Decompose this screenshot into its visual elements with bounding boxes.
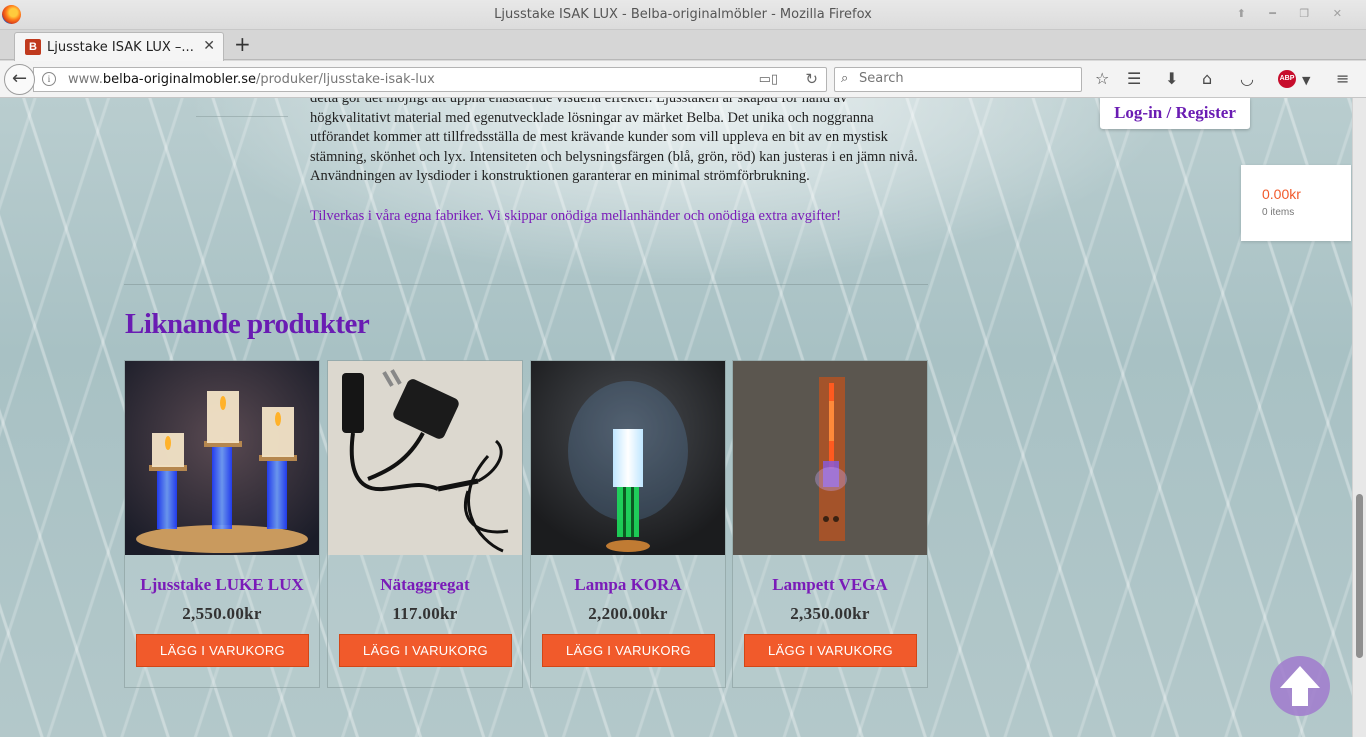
tagline: Tilverkas i våra egna fabriker. Vi skipp… bbox=[310, 207, 842, 224]
url-bar[interactable]: i www.belba-originalmobler.se/produker/l… bbox=[33, 67, 827, 92]
back-button[interactable]: ← bbox=[4, 64, 35, 95]
tab-bar: B Ljusstake ISAK LUX –... ✕ + bbox=[0, 30, 1366, 61]
description-partial-line: detta gör det möjligt att uppnå enaståen… bbox=[310, 98, 848, 106]
adblock-plus-icon[interactable]: ABP bbox=[1278, 70, 1296, 88]
add-to-cart-button[interactable]: LÄGG I VARUKORG bbox=[136, 634, 309, 667]
back-icon: ← bbox=[11, 68, 28, 89]
product-price: 2,200.00kr bbox=[588, 604, 668, 623]
product-image-candle-holder[interactable] bbox=[125, 361, 319, 555]
add-to-cart-button[interactable]: LÄGG I VARUKORG bbox=[339, 634, 512, 667]
search-bar[interactable]: ⌕ bbox=[834, 67, 1082, 92]
related-products-heading: Liknande produkter bbox=[125, 308, 370, 340]
product-description: detta gör det möjligt att uppnå enaståen… bbox=[310, 98, 930, 226]
product-price: 2,350.00kr bbox=[790, 604, 870, 623]
window-controls[interactable]: ⬆ ━ ❐ ✕ bbox=[1237, 7, 1352, 20]
product-image-wall-lamp[interactable] bbox=[733, 361, 927, 555]
add-to-cart-button[interactable]: LÄGG I VARUKORG bbox=[542, 634, 715, 667]
product-card: Ljusstake LUKE LUX 2,550.00kr LÄGG I VAR… bbox=[124, 360, 320, 688]
login-register-link[interactable]: Log-in / Register bbox=[1100, 98, 1250, 129]
url-domain: belba-originalmobler.se bbox=[102, 72, 256, 87]
pocket-icon[interactable]: ◡ bbox=[1240, 69, 1254, 89]
related-products-grid: Ljusstake LUKE LUX 2,550.00kr LÄGG I VAR… bbox=[124, 360, 930, 688]
search-input[interactable] bbox=[859, 71, 1069, 86]
page-scrollbar[interactable] bbox=[1352, 98, 1366, 737]
reload-icon[interactable]: ↻ bbox=[805, 70, 818, 88]
url-text[interactable]: www.belba-originalmobler.se/produker/lju… bbox=[68, 72, 435, 87]
tab-active[interactable]: B Ljusstake ISAK LUX –... ✕ bbox=[14, 32, 224, 61]
reader-view-icon[interactable]: ▭▯ bbox=[759, 72, 778, 87]
belba-favicon-icon: B bbox=[25, 39, 41, 55]
arrow-up-icon bbox=[1280, 666, 1320, 706]
tab-title: Ljusstake ISAK LUX –... bbox=[47, 40, 194, 55]
home-icon[interactable]: ⌂ bbox=[1202, 69, 1212, 89]
bookmark-star-icon[interactable]: ☆ bbox=[1095, 69, 1109, 89]
window-titlebar: Ljusstake ISAK LUX - Belba-originalmöble… bbox=[0, 0, 1366, 30]
product-name[interactable]: Nätaggregat bbox=[328, 575, 522, 595]
product-price: 117.00kr bbox=[392, 604, 458, 623]
product-name[interactable]: Ljusstake LUKE LUX bbox=[125, 575, 319, 595]
menu-icon[interactable]: ≡ bbox=[1336, 69, 1349, 89]
product-name[interactable]: Lampett VEGA bbox=[733, 575, 927, 595]
product-card: Lampett VEGA 2,350.00kr LÄGG I VARUKORG bbox=[732, 360, 928, 688]
chevron-down-icon[interactable]: ▼ bbox=[1302, 71, 1310, 91]
search-icon: ⌕ bbox=[841, 71, 849, 86]
page-viewport: detta gör det möjligt att uppnå enaståen… bbox=[0, 98, 1352, 737]
add-to-cart-button[interactable]: LÄGG I VARUKORG bbox=[744, 634, 917, 667]
section-divider bbox=[124, 284, 928, 285]
product-price: 2,550.00kr bbox=[182, 604, 262, 623]
reading-list-icon[interactable]: ☰ bbox=[1127, 69, 1141, 89]
scrollbar-thumb[interactable] bbox=[1356, 494, 1363, 658]
product-card: Lampa KORA 2,200.00kr LÄGG I VARUKORG bbox=[530, 360, 726, 688]
product-image-power-adapter[interactable] bbox=[328, 361, 522, 555]
sidebar-divider bbox=[196, 116, 288, 117]
product-name[interactable]: Lampa KORA bbox=[531, 575, 725, 595]
download-icon[interactable]: ⬇ bbox=[1165, 69, 1178, 89]
url-path: /produker/ljusstake-isak-lux bbox=[255, 72, 435, 87]
close-tab-icon[interactable]: ✕ bbox=[203, 38, 215, 54]
info-icon[interactable]: i bbox=[42, 72, 56, 86]
product-card: Nätaggregat 117.00kr LÄGG I VARUKORG bbox=[327, 360, 523, 688]
navigation-toolbar: i www.belba-originalmobler.se/produker/l… bbox=[0, 61, 1366, 98]
product-image-lamp[interactable] bbox=[531, 361, 725, 555]
description-text: högkvalitativt material med egenutveckla… bbox=[310, 109, 918, 185]
window-title: Ljusstake ISAK LUX - Belba-originalmöble… bbox=[494, 7, 872, 22]
cart-total: 0.00kr bbox=[1262, 186, 1301, 202]
url-prefix: www. bbox=[68, 72, 103, 87]
scroll-to-top-button[interactable] bbox=[1270, 656, 1330, 716]
new-tab-button[interactable]: + bbox=[234, 34, 251, 54]
mini-cart[interactable]: 0.00kr 0 items bbox=[1241, 165, 1351, 241]
cart-item-count: 0 items bbox=[1262, 207, 1295, 218]
